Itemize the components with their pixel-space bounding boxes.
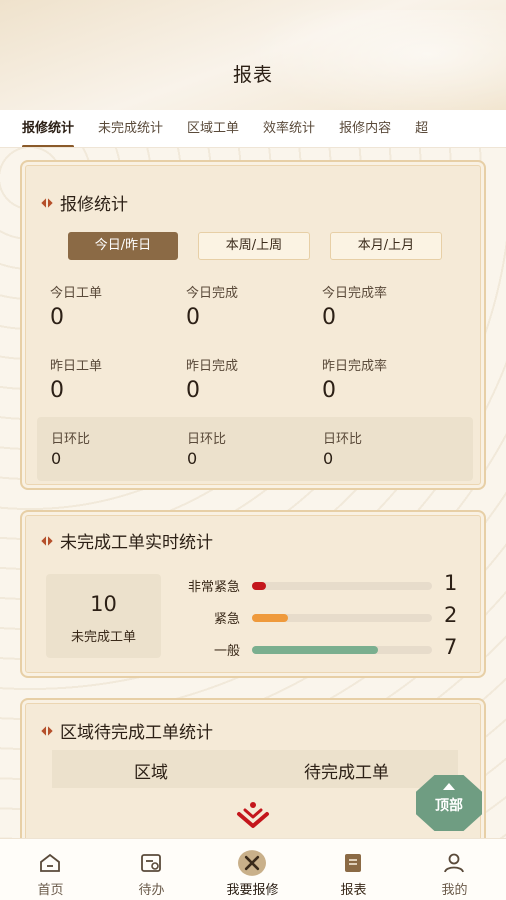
- nav-mine[interactable]: 我的: [404, 839, 505, 900]
- nav-mine-label: 我的: [441, 883, 468, 898]
- level-bar-urgent: [252, 614, 432, 622]
- tab-overflow[interactable]: 超: [415, 110, 428, 147]
- yesterday-orders-value: 0: [50, 378, 64, 403]
- ornament-icon: [42, 724, 52, 737]
- repair-stats-title: 报修统计: [42, 190, 128, 215]
- region-title: 区域待完成工单统计: [42, 718, 213, 743]
- ornament-icon: [42, 196, 52, 209]
- today-orders-value: 0: [50, 305, 64, 330]
- level-count-normal: 7: [444, 635, 458, 659]
- unfinished-title: 未完成工单实时统计: [42, 528, 213, 553]
- unfinished-total-label: 未完成工单: [70, 630, 136, 645]
- today-done-value: 0: [186, 305, 200, 330]
- nav-todo-label: 待办: [138, 883, 165, 898]
- tab-unfinished-stats[interactable]: 未完成统计: [98, 110, 163, 147]
- ornament-icon: [42, 534, 52, 547]
- today-rate-value: 0: [322, 305, 336, 330]
- repair-tools-icon: [238, 850, 266, 876]
- bottom-nav: 首页 待办 我要报修 报表 我的: [0, 838, 506, 900]
- nav-todo[interactable]: 待办: [101, 839, 202, 900]
- col-pending: 待完成工单: [304, 763, 389, 783]
- unfinished-title-text: 未完成工单实时统计: [60, 533, 213, 553]
- level-bar-normal: [252, 646, 432, 654]
- nav-home[interactable]: 首页: [0, 839, 101, 900]
- ratio-value-done: 0: [187, 449, 198, 468]
- yesterday-rate-label: 昨日完成率: [322, 359, 388, 374]
- today-done-label: 今日完成: [186, 286, 239, 301]
- home-icon: [40, 853, 60, 872]
- tab-efficiency-stats[interactable]: 效率统计: [263, 110, 315, 147]
- nav-home-label: 首页: [37, 883, 64, 898]
- yesterday-orders-label: 昨日工单: [50, 359, 103, 374]
- region-title-text: 区域待完成工单统计: [60, 723, 213, 743]
- report-icon: [345, 854, 361, 872]
- unfinished-stats-card: 未完成工单实时统计 10 未完成工单 非常紧急 1 紧急 2 一般 7: [20, 510, 486, 678]
- period-month[interactable]: 本月/上月: [330, 232, 442, 260]
- ratio-label-done: 日环比: [187, 432, 227, 447]
- today-orders-label: 今日工单: [50, 286, 103, 301]
- level-bar-critical: [252, 582, 432, 590]
- level-bar-fill-normal: [252, 646, 378, 654]
- repair-stats-card: 报修统计 今日/昨日 本周/上周 本月/上月 今日工单 0 今日完成 0 今日完…: [20, 160, 486, 490]
- yesterday-done-label: 昨日完成: [186, 359, 239, 374]
- ratio-label-rate: 日环比: [323, 432, 363, 447]
- ratio-label-orders: 日环比: [51, 432, 91, 447]
- page-title: 报表: [232, 64, 273, 86]
- level-label-critical: 非常紧急: [187, 580, 240, 595]
- region-table-header: 区域 待完成工单: [52, 750, 458, 788]
- repair-chevron-icon: [237, 802, 269, 828]
- ratio-value-orders: 0: [51, 449, 62, 468]
- tab-bar: 报修统计 未完成统计 区域工单 效率统计 报修内容 超: [0, 110, 506, 148]
- day-ratio-box: 日环比 0 日环比 0 日环比 0: [37, 417, 473, 481]
- level-label-urgent: 紧急: [213, 612, 240, 627]
- tab-region-orders[interactable]: 区域工单: [187, 110, 239, 147]
- yesterday-done-value: 0: [186, 378, 200, 403]
- unfinished-total-box: 10 未完成工单: [46, 574, 161, 658]
- level-label-normal: 一般: [213, 644, 240, 659]
- ratio-value-rate: 0: [323, 449, 334, 468]
- user-icon: [444, 853, 464, 873]
- back-to-top-label: 顶部: [435, 798, 463, 814]
- level-bar-fill-critical: [252, 582, 267, 590]
- back-to-top-button[interactable]: 顶部: [416, 775, 482, 831]
- nav-repair-label: 我要报修: [226, 883, 279, 898]
- period-week[interactable]: 本周/上周: [198, 232, 310, 260]
- level-count-urgent: 2: [444, 603, 458, 627]
- level-bar-fill-urgent: [252, 614, 288, 622]
- arrow-up-icon: [443, 783, 455, 790]
- today-rate-label: 今日完成率: [322, 286, 388, 301]
- col-region: 区域: [134, 763, 168, 783]
- period-today-yesterday[interactable]: 今日/昨日: [68, 232, 178, 260]
- level-count-critical: 1: [444, 571, 458, 595]
- nav-report-label: 报表: [340, 883, 367, 898]
- nav-report[interactable]: 报表: [303, 839, 404, 900]
- unfinished-total: 10: [90, 592, 117, 616]
- tab-repair-stats[interactable]: 报修统计: [22, 110, 75, 147]
- nav-repair[interactable]: 我要报修: [202, 839, 303, 900]
- content-area[interactable]: 报修统计 今日/昨日 本周/上周 本月/上月 今日工单 0 今日完成 0 今日完…: [0, 148, 506, 838]
- tab-repair-content[interactable]: 报修内容: [339, 110, 391, 147]
- todo-icon: [141, 854, 161, 872]
- repair-stats-title-text: 报修统计: [60, 195, 128, 215]
- yesterday-rate-value: 0: [322, 378, 336, 403]
